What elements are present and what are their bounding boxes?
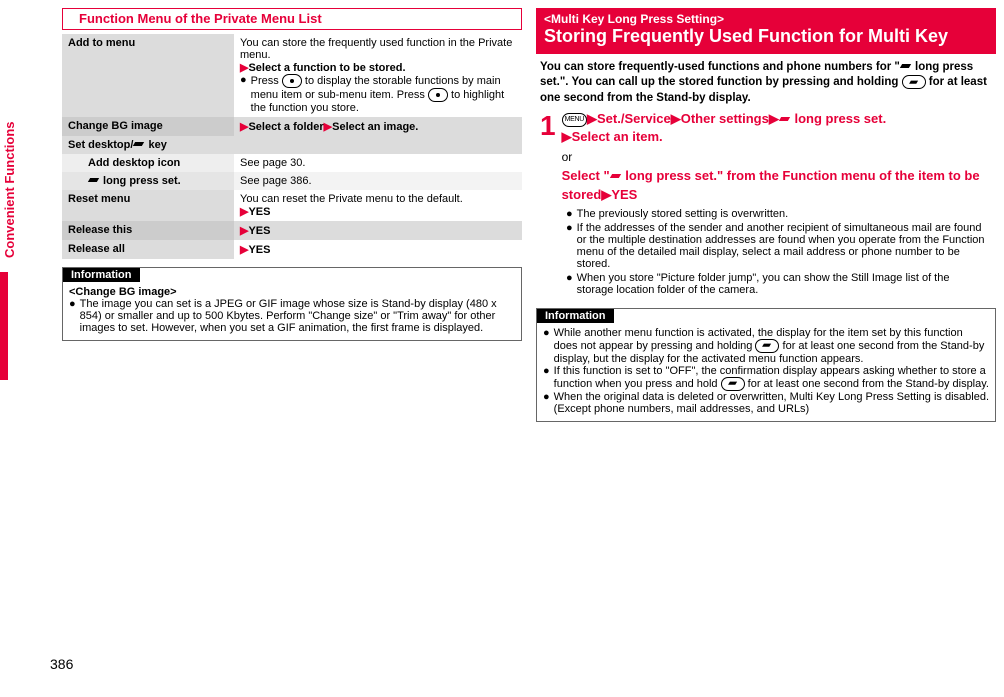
left-info-box: Information <Change BG image> ●The image… [62, 267, 522, 341]
side-tab: Convenient Functions [0, 110, 19, 271]
row-long-press-key: long press set. [62, 172, 234, 190]
add-to-menu-line2: Select a function to be stored. [248, 62, 405, 74]
add-to-menu-line3: Press to display the storable functions … [251, 74, 516, 114]
info-group-title: <Change BG image> [69, 286, 515, 298]
row-add-desktop-icon-key: Add desktop icon [62, 154, 234, 172]
or-text: or [562, 149, 992, 166]
bullet-icon: ● [240, 74, 247, 114]
row-change-bg-val: ▶Select a folder▶Select an image. [234, 117, 522, 136]
pen-icon [900, 62, 912, 72]
note-1: The previously stored setting is overwri… [577, 208, 789, 220]
bullet-icon: ● [566, 222, 573, 270]
right-column: <Multi Key Long Press Setting> Storing F… [536, 8, 996, 668]
pen-icon [88, 176, 100, 186]
side-tab-label: Convenient Functions [2, 122, 17, 259]
row-add-to-menu-key: Add to menu [62, 34, 234, 117]
page: Convenient Functions Function Menu of th… [0, 0, 1004, 678]
step-1: 1 MENU▶Set./Service▶Other settings▶ long… [536, 110, 996, 204]
bullet-icon: ● [566, 272, 573, 296]
section-title-bar: Function Menu of the Private Menu List [62, 8, 522, 30]
row-reset-menu-key: Reset menu [62, 190, 234, 221]
info-n2: If this function is set to "OFF", the co… [554, 365, 989, 391]
bullet-icon: ● [69, 298, 76, 334]
add-to-menu-line1: You can store the frequently used functi… [240, 37, 516, 61]
step-content: MENU▶Set./Service▶Other settings▶ long p… [562, 110, 992, 204]
side-stripe [0, 272, 8, 380]
multi-key-icon [902, 75, 926, 89]
row-release-this-val: ▶YES [234, 221, 522, 240]
nav-key-icon [282, 74, 302, 88]
menu-key-icon: MENU [562, 113, 587, 127]
bullet-icon: ● [543, 365, 550, 391]
row-add-to-menu-val: You can store the frequently used functi… [234, 34, 522, 117]
header-title: Storing Frequently Used Function for Mul… [544, 26, 988, 48]
bullet-icon: ● [543, 327, 550, 365]
step-number: 1 [540, 112, 556, 204]
note-2: If the addresses of the sender and anoth… [577, 222, 986, 270]
row-set-desktop-key: Set desktop/ key [62, 136, 522, 154]
multi-key-icon [755, 339, 779, 353]
page-number: 386 [50, 656, 73, 672]
row-add-desktop-icon-val: See page 30. [234, 154, 522, 172]
left-column: Function Menu of the Private Menu List A… [62, 8, 522, 668]
row-release-all-val: ▶YES [234, 240, 522, 259]
intro-text: You can store frequently-used functions … [536, 58, 996, 111]
pen-icon [610, 172, 622, 182]
info-n1: While another menu function is activated… [554, 327, 989, 365]
information-label: Information [63, 268, 140, 282]
info-n3: When the original data is deleted or ove… [554, 391, 989, 415]
pen-icon [133, 140, 145, 150]
row-change-bg-key: Change BG image [62, 117, 234, 136]
row-long-press-val: See page 386. [234, 172, 522, 190]
big-header: <Multi Key Long Press Setting> Storing F… [536, 8, 996, 54]
right-info-box: Information ● While another menu functio… [536, 308, 996, 422]
multi-key-icon [721, 377, 745, 391]
bullet-icon: ● [566, 208, 573, 220]
information-label: Information [537, 309, 614, 323]
function-table: Add to menu You can store the frequently… [62, 34, 522, 259]
header-sup: <Multi Key Long Press Setting> [544, 12, 988, 26]
section-title: Function Menu of the Private Menu List [63, 9, 521, 29]
step-notes: ● The previously stored setting is overwr… [536, 204, 996, 300]
pen-icon [779, 115, 791, 125]
note-3: When you store "Picture folder jump", yo… [577, 272, 986, 296]
row-reset-menu-val: You can reset the Private menu to the de… [234, 190, 522, 221]
nav-key-icon [428, 88, 448, 102]
bullet-icon: ● [543, 391, 550, 415]
row-release-all-key: Release all [62, 240, 234, 259]
row-release-this-key: Release this [62, 221, 234, 240]
info-body-text: The image you can set is a JPEG or GIF i… [80, 298, 515, 334]
